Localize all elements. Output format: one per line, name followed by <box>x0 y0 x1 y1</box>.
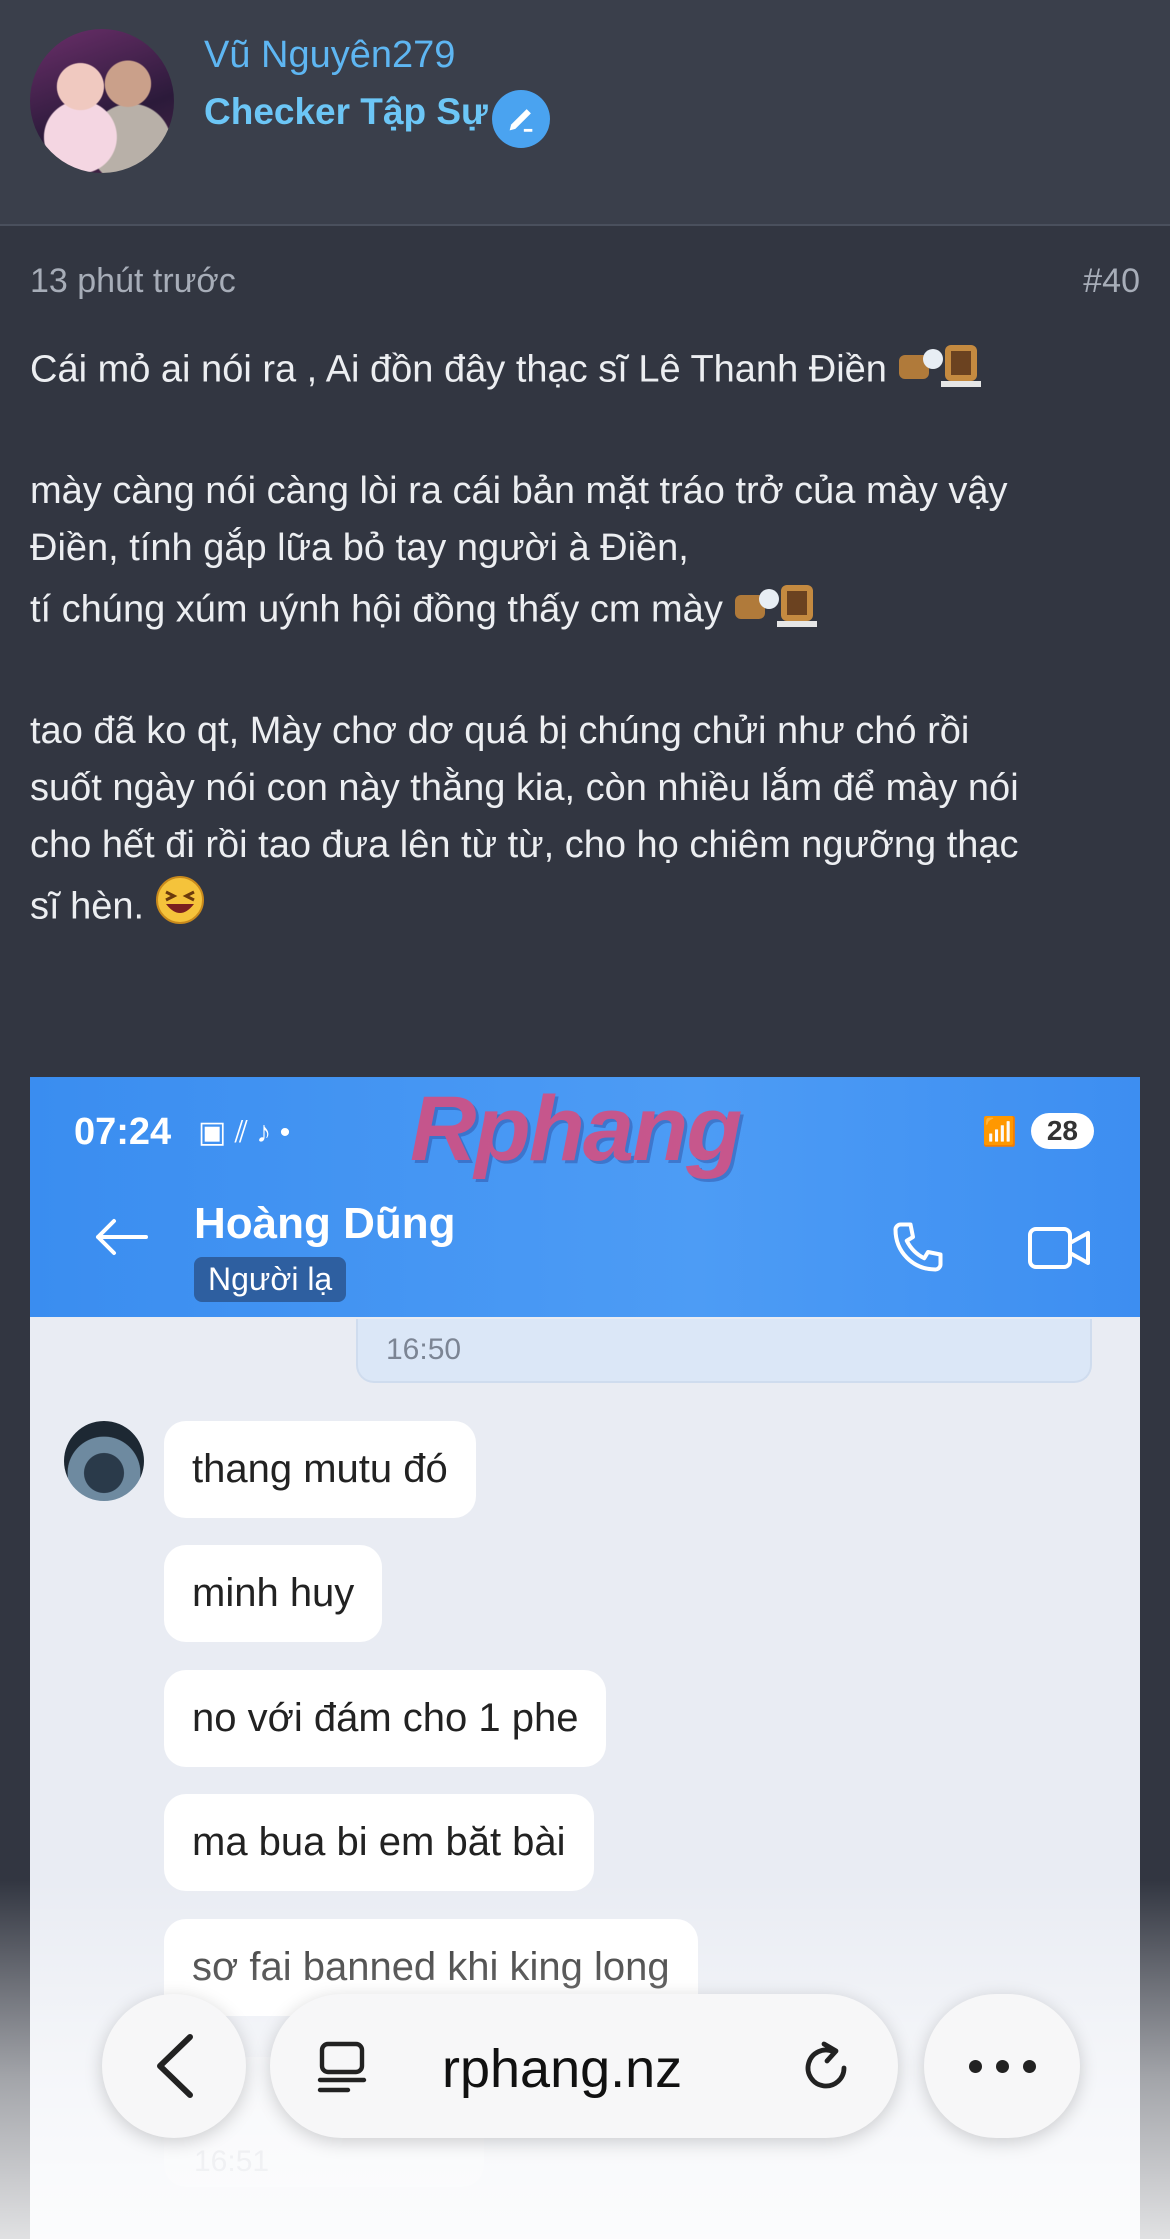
chat-app-header: 07:24 ▣ ⫽ ♪ • Rphang 📶 28 Hoàng Dũng Ngư… <box>30 1077 1140 1317</box>
back-arrow-icon <box>92 1217 148 1262</box>
browser-back-button[interactable] <box>102 1994 246 2138</box>
post-line: cho hết đi rồi tao đưa lên từ từ, cho họ… <box>30 824 1019 866</box>
video-call-icon <box>1026 1221 1092 1280</box>
message-bubble: thang mutu đó <box>164 1421 476 1518</box>
stranger-tag: Người lạ <box>194 1257 347 1302</box>
post-line: mày càng nói càng lòi ra cái bản mặt trá… <box>30 470 1008 512</box>
username-link[interactable]: Vũ Nguyên279 <box>204 34 455 77</box>
post-body: Cái mỏ ai nói ra , Ai đồn đây thạc sĩ Lê… <box>30 337 1140 943</box>
phone-icon <box>888 1217 948 1282</box>
post-line: suốt ngày nói con này thằng kia, còn nhi… <box>30 767 1019 809</box>
laughing-emoji-icon <box>154 874 206 943</box>
sender-avatar <box>64 1421 144 1501</box>
more-dot-icon <box>968 2059 982 2073</box>
timestamp-bubble: 16:50 <box>356 1319 1092 1383</box>
post-line: Cái mỏ ai nói ra , Ai đồn đây thạc sĩ Lê… <box>30 337 1140 406</box>
user-rank: Checker Tập Sự <box>204 91 488 132</box>
wifi-signal-icon: 📶 <box>981 1115 1017 1147</box>
url-text[interactable]: rphang.nz <box>442 2038 682 2100</box>
chair-emoji-icon <box>733 577 821 646</box>
message-bubble: minh huy <box>164 1545 383 1642</box>
post-time: 13 phút trước <box>30 262 236 300</box>
user-avatar[interactable] <box>30 29 174 173</box>
status-right: 📶 28 <box>982 1113 1094 1149</box>
chair-emoji-icon <box>897 337 985 406</box>
status-icons: ▣ ⫽ ♪ • <box>198 1116 291 1149</box>
post-line: Điền, tính gắp lữa bỏ tay người à Điền, <box>30 527 689 569</box>
reload-icon[interactable] <box>796 2038 856 2103</box>
more-options-button[interactable] <box>924 1994 1080 2138</box>
message-bubble: ma bua bi em băt bài <box>164 1794 594 1891</box>
post-line: tao đã ko qt, Mày chơ dơ quá bị chúng ch… <box>30 710 970 752</box>
post-number-link[interactable]: #40 <box>1083 262 1140 301</box>
pen-badge-icon <box>492 90 550 148</box>
more-dot-icon <box>1022 2059 1036 2073</box>
post-line: sĩ hèn. <box>30 874 1140 943</box>
more-dot-icon <box>995 2059 1009 2073</box>
chevron-left-icon <box>157 2034 193 2098</box>
address-bar[interactable]: rphang.nz <box>270 1994 898 2138</box>
message-bubble: no với đám cho 1 phe <box>164 1670 607 1767</box>
user-header: Vũ Nguyên279 Checker Tập Sự <box>0 0 1170 226</box>
battery-indicator: 28 <box>1030 1113 1094 1149</box>
post-line: tí chúng xúm uýnh hội đồng thấy cm mày <box>30 577 1140 646</box>
status-time: 07:24 <box>74 1111 172 1153</box>
contact-name: Hoàng Dũng <box>194 1199 456 1248</box>
watermark-logo: Rphang <box>410 1078 742 1180</box>
tab-overview-icon[interactable] <box>312 2038 372 2103</box>
